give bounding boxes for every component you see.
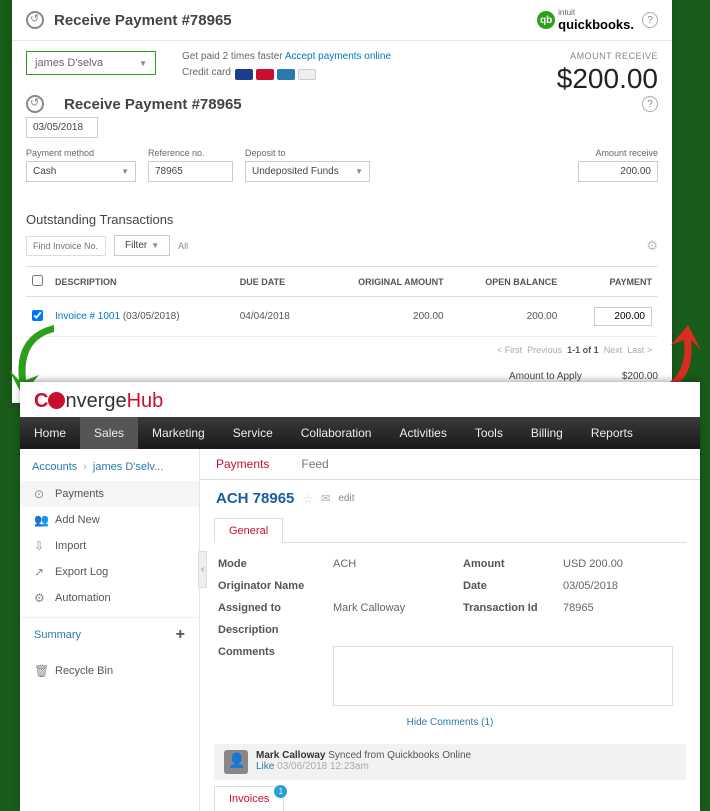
amex-icon — [277, 69, 295, 80]
find-invoice-input[interactable] — [26, 236, 106, 256]
quickbooks-panel: Receive Payment #78965 qb intuitquickboo… — [12, 0, 672, 403]
pager-prev[interactable]: Previous — [527, 345, 562, 355]
convergehub-panel: CnvergeHub Home Sales Marketing Service … — [20, 382, 700, 811]
import-icon: ⇩ — [34, 539, 47, 553]
plus-icon[interactable]: + — [176, 626, 185, 644]
sidebar-item-import[interactable]: ⇩Import — [20, 533, 199, 559]
help-icon[interactable]: ? — [642, 96, 658, 112]
amount-received-field-label: Amount receive — [578, 148, 658, 158]
payments-icon: ⊙ — [34, 487, 47, 501]
trash-icon: 🗑 — [34, 664, 47, 678]
nav-home[interactable]: Home — [20, 417, 80, 449]
tab-invoices[interactable]: Invoices1 — [214, 786, 284, 811]
envelope-icon[interactable]: ✉ — [321, 492, 330, 505]
deposit-to-label: Deposit to — [245, 148, 370, 158]
nav-tools[interactable]: Tools — [461, 417, 517, 449]
col-original-amount: ORIGINAL AMOUNT — [318, 267, 450, 297]
history-icon[interactable] — [26, 11, 44, 29]
col-description: DESCRIPTION — [49, 267, 234, 297]
outstanding-transactions-heading: Outstanding Transactions — [26, 212, 658, 227]
discover-icon — [298, 69, 316, 80]
table-row: Invoice # 1001 (03/05/2018) 04/04/2018 2… — [26, 297, 658, 337]
promo-text: Get paid 2 times faster Accept payments … — [182, 51, 391, 80]
gear-icon[interactable]: ⚙ — [646, 238, 658, 254]
customer-select[interactable]: james D'selva▼ — [26, 51, 156, 75]
quickbooks-logo: qb intuitquickbooks. — [537, 8, 634, 32]
sidebar-summary[interactable]: Summary+ — [20, 617, 199, 652]
invoice-link[interactable]: Invoice # 1001 — [55, 311, 120, 322]
amount-received-value: $200.00 — [557, 63, 658, 95]
nav-reports[interactable]: Reports — [577, 417, 647, 449]
amount-received-input[interactable]: 200.00 — [578, 161, 658, 182]
nav-sales[interactable]: Sales — [80, 417, 138, 449]
comments-textarea[interactable] — [333, 646, 673, 706]
page-title-2: Receive Payment #78965 — [64, 96, 339, 113]
logo-gear-icon — [48, 392, 65, 409]
chevron-down-icon: ▼ — [139, 59, 147, 68]
sidebar-item-payments[interactable]: ⊙Payments — [20, 481, 199, 507]
nav-service[interactable]: Service — [219, 417, 287, 449]
page-title: Receive Payment #78965 — [54, 12, 537, 29]
nav-marketing[interactable]: Marketing — [138, 417, 219, 449]
filter-button[interactable]: Filter▼ — [114, 235, 170, 256]
col-payment: PAYMENT — [563, 267, 658, 297]
all-link[interactable]: All — [178, 241, 188, 251]
star-icon[interactable]: ☆ — [302, 492, 313, 506]
sidebar: Accounts › james D'selv... ⊙Payments 👥Ad… — [20, 449, 200, 811]
payment-method-select[interactable]: Cash▼ — [26, 161, 136, 182]
invoices-badge: 1 — [274, 785, 287, 798]
accept-payments-link[interactable]: Accept payments online — [285, 51, 391, 62]
pager-next[interactable]: Next — [604, 345, 623, 355]
nav-collaboration[interactable]: Collaboration — [287, 417, 386, 449]
add-new-icon: 👥 — [34, 513, 47, 527]
select-all-checkbox[interactable] — [32, 275, 43, 286]
deposit-to-select[interactable]: Undeposited Funds▼ — [245, 161, 370, 182]
main-nav: Home Sales Marketing Service Collaborati… — [20, 417, 700, 449]
col-open-balance: OPEN BALANCE — [450, 267, 564, 297]
chevron-right-icon: › — [83, 461, 87, 473]
tab-payments[interactable]: Payments — [200, 449, 285, 479]
payment-method-label: Payment method — [26, 148, 136, 158]
qb-header: Receive Payment #78965 qb intuitquickboo… — [12, 0, 672, 41]
mastercard-icon — [256, 69, 274, 80]
automation-icon: ⚙ — [34, 591, 47, 605]
pager: < First Previous 1-1 of 1 Next Last > — [26, 336, 658, 363]
export-icon: ↗ — [34, 565, 47, 579]
reference-no-input[interactable]: 78965 — [148, 161, 233, 182]
sidebar-item-automation[interactable]: ⚙Automation — [20, 585, 199, 611]
sidebar-item-recycle-bin[interactable]: 🗑Recycle Bin — [20, 658, 199, 684]
breadcrumb-contact[interactable]: james D'selv... — [93, 461, 163, 473]
pager-first[interactable]: < First — [497, 345, 522, 355]
row-checkbox[interactable] — [32, 310, 43, 321]
history-icon[interactable] — [26, 95, 44, 113]
help-icon[interactable]: ? — [642, 12, 658, 28]
amount-received-label: AMOUNT RECEIVE — [570, 51, 658, 61]
record-title: ACH 78965 — [216, 490, 294, 507]
visa-icon — [235, 69, 253, 80]
nav-activities[interactable]: Activities — [385, 417, 460, 449]
qb-logo-icon: qb — [537, 11, 555, 29]
payment-date-input[interactable] — [26, 117, 98, 138]
tab-feed[interactable]: Feed — [285, 449, 344, 479]
convergehub-logo: CnvergeHub — [20, 382, 700, 417]
like-link[interactable]: Like — [256, 761, 274, 772]
col-due-date: DUE DATE — [234, 267, 318, 297]
comment-item: Mark Calloway Synced from Quickbooks Onl… — [214, 744, 686, 780]
nav-billing[interactable]: Billing — [517, 417, 577, 449]
main-content: Payments Feed ACH 78965 ☆ ✉ edit General… — [200, 449, 700, 811]
transactions-table: DESCRIPTION DUE DATE ORIGINAL AMOUNT OPE… — [26, 266, 658, 336]
sidebar-item-add-new[interactable]: 👥Add New — [20, 507, 199, 533]
reference-no-label: Reference no. — [148, 148, 233, 158]
tab-general[interactable]: General — [214, 518, 283, 543]
sidebar-collapse-handle[interactable]: ‹ — [198, 551, 207, 588]
breadcrumb: Accounts › james D'selv... — [20, 457, 199, 481]
payment-input[interactable] — [594, 307, 652, 326]
sidebar-item-export-log[interactable]: ↗Export Log — [20, 559, 199, 585]
breadcrumb-accounts[interactable]: Accounts — [32, 461, 77, 473]
avatar — [224, 750, 248, 774]
hide-comments-link[interactable]: Hide Comments (1) — [218, 711, 682, 734]
edit-link[interactable]: edit — [338, 493, 354, 504]
